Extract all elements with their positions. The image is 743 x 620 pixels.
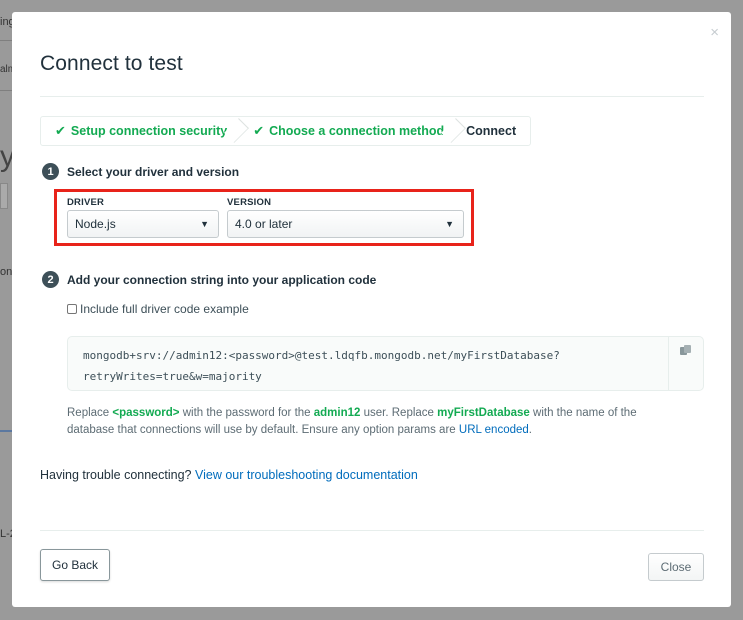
caret-down-icon: ▼	[200, 219, 209, 229]
step-number-badge: 2	[42, 271, 59, 288]
modal-title: Connect to test	[40, 52, 183, 75]
full-code-checkbox[interactable]	[67, 304, 77, 314]
troubleshooting-row: Having trouble connecting? View our trou…	[40, 468, 418, 482]
help-text-segment: user. Replace	[360, 407, 438, 419]
version-label: VERSION	[227, 197, 272, 208]
connection-string-box: mongodb+srv://admin12:<password>@test.ld…	[67, 336, 704, 391]
checkmark-icon: ✔	[253, 123, 265, 138]
driver-label: DRIVER	[67, 197, 105, 208]
close-button[interactable]: Close	[648, 553, 704, 581]
connection-stepper: ✔ Setup connection security ✔ Choose a c…	[40, 116, 532, 146]
url-encoded-link[interactable]: URL encoded	[459, 424, 529, 436]
step-setup-security[interactable]: ✔ Setup connection security	[41, 117, 250, 145]
step-choose-method[interactable]: ✔ Choose a connection method	[239, 117, 467, 145]
step-label: Choose a connection method	[269, 124, 445, 138]
copy-icon	[680, 345, 692, 357]
background-fragment: on	[0, 266, 13, 278]
full-code-checkbox-label[interactable]: Include full driver code example	[80, 302, 249, 316]
troubleshooting-text: Having trouble connecting?	[40, 468, 192, 482]
connection-string: mongodb+srv://admin12:<password>@test.ld…	[83, 345, 560, 387]
help-text-segment: .	[528, 424, 532, 436]
step-number-badge: 1	[42, 163, 59, 180]
close-icon[interactable]: ×	[710, 25, 719, 40]
background-divider	[0, 40, 12, 41]
username-token: admin12	[313, 407, 361, 419]
help-text-segment: with the password for the	[179, 407, 314, 419]
step2-heading: Add your connection string into your app…	[67, 273, 377, 287]
connection-string-line: mongodb+srv://admin12:<password>@test.ld…	[83, 349, 560, 362]
go-back-button[interactable]: Go Back	[40, 549, 110, 581]
caret-down-icon: ▼	[445, 219, 454, 229]
full-code-checkbox-row[interactable]: Include full driver code example	[67, 302, 249, 316]
connect-modal: × Connect to test ✔ Setup connection sec…	[12, 12, 731, 607]
troubleshooting-link[interactable]: View our troubleshooting documentation	[195, 468, 418, 482]
title-divider	[40, 96, 704, 97]
connection-help-text: Replace <password> with the password for…	[67, 405, 687, 439]
footer-divider	[40, 530, 704, 531]
version-select-value: 4.0 or later	[235, 217, 293, 231]
help-text-segment: Replace	[67, 407, 113, 419]
background-divider	[0, 90, 12, 91]
background-divider	[0, 430, 12, 432]
step-label: Connect	[466, 124, 517, 138]
step-connect: Connect	[456, 117, 530, 145]
connection-string-line: retryWrites=true&w=majority	[83, 370, 262, 383]
version-select[interactable]: 4.0 or later ▼	[227, 210, 464, 238]
database-name-token: myFirstDatabase	[437, 407, 530, 419]
step1-heading: Select your driver and version	[67, 165, 240, 179]
step-label: Setup connection security	[70, 124, 228, 138]
driver-select[interactable]: Node.js ▼	[67, 210, 219, 238]
copy-button[interactable]	[668, 337, 703, 390]
background-input-fragment	[0, 183, 8, 209]
driver-select-value: Node.js	[75, 217, 116, 231]
checkmark-icon: ✔	[55, 123, 66, 138]
password-placeholder-token: <password>	[112, 407, 180, 419]
